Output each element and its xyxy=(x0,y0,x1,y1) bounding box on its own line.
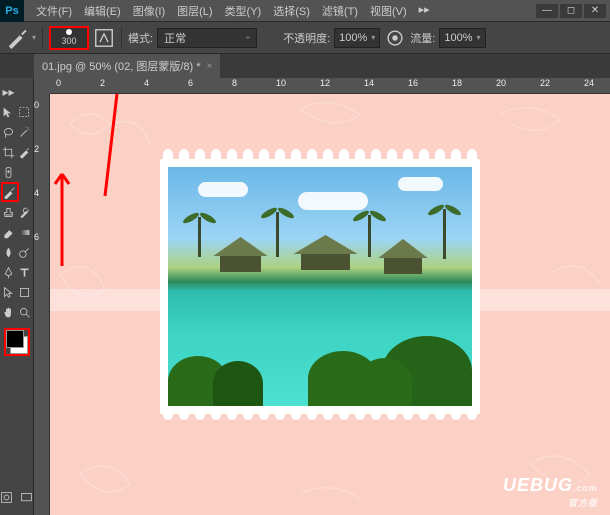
blend-mode-value: 正常 xyxy=(164,30,186,46)
menu-overflow-icon[interactable]: ▸▸ xyxy=(413,3,436,19)
ruler-tick: 8 xyxy=(232,78,237,88)
ruler-tick: 4 xyxy=(144,78,149,88)
eyedropper-tool[interactable] xyxy=(17,142,33,162)
options-bar: ▾ 300 模式: 正常 ÷ 不透明度: 100% ▾ 流量: 100% ▾ xyxy=(0,22,610,54)
menu-type[interactable]: 类型(Y) xyxy=(219,3,268,19)
watermark-tag: 官方版 xyxy=(503,496,598,509)
ruler-tick: 4 xyxy=(34,188,39,198)
menu-edit[interactable]: 编辑(E) xyxy=(78,3,127,19)
chevron-down-icon: ▾ xyxy=(371,33,375,42)
blend-mode-dropdown[interactable]: 正常 ÷ xyxy=(157,28,257,48)
path-select-tool[interactable] xyxy=(1,282,17,302)
ruler-tick: 2 xyxy=(34,144,39,154)
opacity-input[interactable]: 100% ▾ xyxy=(334,28,380,48)
flow-input[interactable]: 100% ▾ xyxy=(439,28,485,48)
pen-tool[interactable] xyxy=(1,262,17,282)
ruler-tick: 22 xyxy=(540,78,550,88)
menu-select[interactable]: 选择(S) xyxy=(267,3,316,19)
collapse-icon[interactable]: ▸▸ xyxy=(1,82,17,102)
ruler-tick: 10 xyxy=(276,78,286,88)
opacity-label: 不透明度: xyxy=(283,30,330,46)
menu-layer[interactable]: 图层(L) xyxy=(171,3,218,19)
mode-label: 模式: xyxy=(128,30,153,46)
stamp-tool[interactable] xyxy=(1,202,17,222)
document-tab-bar: 01.jpg @ 50% (02, 图层蒙版/8) * × xyxy=(0,54,610,78)
ruler-tick: 20 xyxy=(496,78,506,88)
move-tool[interactable] xyxy=(1,102,17,122)
dodge-tool[interactable] xyxy=(17,242,33,262)
shape-tool[interactable] xyxy=(17,282,33,302)
marquee-tool[interactable] xyxy=(17,102,33,122)
menu-filter[interactable]: 滤镜(T) xyxy=(316,3,364,19)
canvas[interactable]: UEBUG.com 官方版 xyxy=(50,94,610,515)
ruler-tick: 12 xyxy=(320,78,330,88)
photo-content xyxy=(168,167,472,406)
ruler-tick: 6 xyxy=(34,232,39,242)
tab-close-icon[interactable]: × xyxy=(207,61,213,72)
chevron-down-icon: ÷ xyxy=(246,33,250,42)
blur-tool[interactable] xyxy=(1,242,17,262)
watermark: UEBUG.com 官方版 xyxy=(503,475,598,509)
zoom-tool[interactable] xyxy=(17,302,33,322)
ruler-tick: 16 xyxy=(408,78,418,88)
tools-panel: ▸▸ xyxy=(0,78,34,515)
dropdown-arrow-icon[interactable]: ▾ xyxy=(32,33,36,42)
brush-panel-icon[interactable] xyxy=(93,27,115,49)
ruler-tick: 14 xyxy=(364,78,374,88)
document-tab[interactable]: 01.jpg @ 50% (02, 图层蒙版/8) * × xyxy=(34,54,220,78)
gradient-tool[interactable] xyxy=(17,222,33,242)
vertical-ruler[interactable]: 0 2 4 6 xyxy=(34,94,50,515)
flow-label: 流量: xyxy=(410,30,435,46)
lace-border-top xyxy=(160,149,480,163)
foreground-color[interactable] xyxy=(6,330,24,348)
main-menu: 文件(F) 编辑(E) 图像(I) 图层(L) 类型(Y) 选择(S) 滤镜(T… xyxy=(24,3,536,19)
chevron-down-icon: ▾ xyxy=(477,33,481,42)
photo-frame xyxy=(160,159,480,414)
magic-wand-tool[interactable] xyxy=(17,122,33,142)
app-logo: Ps xyxy=(0,0,24,22)
watermark-suffix: .com xyxy=(573,483,598,493)
type-tool[interactable] xyxy=(17,262,33,282)
maximize-button[interactable]: ◻ xyxy=(560,4,582,18)
history-brush-tool[interactable] xyxy=(17,202,33,222)
watermark-brand: UEBUG xyxy=(503,475,573,495)
brush-preset-picker[interactable]: 300 xyxy=(49,26,89,50)
menu-file[interactable]: 文件(F) xyxy=(30,3,78,19)
ruler-tick: 18 xyxy=(452,78,462,88)
workspace: ▸▸ xyxy=(0,78,610,515)
opacity-value: 100% xyxy=(339,32,367,44)
ruler-tick: 0 xyxy=(34,100,39,110)
window-controls: — ◻ ✕ xyxy=(536,4,606,18)
ruler-tick: 0 xyxy=(56,78,61,88)
ruler-tick: 2 xyxy=(100,78,105,88)
document-title: 01.jpg @ 50% (02, 图层蒙版/8) * xyxy=(42,58,201,74)
hand-tool[interactable] xyxy=(1,302,17,322)
brush-dot-preview xyxy=(66,29,72,35)
menu-view[interactable]: 视图(V) xyxy=(364,3,413,19)
menu-image[interactable]: 图像(I) xyxy=(127,3,171,19)
eraser-tool[interactable] xyxy=(1,222,17,242)
screenmode-icon[interactable] xyxy=(19,487,35,507)
lace-border-bottom xyxy=(160,410,480,424)
lasso-tool[interactable] xyxy=(1,122,17,142)
horizontal-ruler[interactable]: 0 2 4 6 8 10 12 14 16 18 20 22 24 xyxy=(50,78,610,94)
healing-tool[interactable] xyxy=(1,162,17,182)
flow-value: 100% xyxy=(444,32,472,44)
menu-bar: Ps 文件(F) 编辑(E) 图像(I) 图层(L) 类型(Y) 选择(S) 滤… xyxy=(0,0,610,22)
minimize-button[interactable]: — xyxy=(536,4,558,18)
brush-tool-icon[interactable] xyxy=(6,27,28,49)
ruler-tick: 6 xyxy=(188,78,193,88)
color-swatches[interactable] xyxy=(4,328,30,356)
crop-tool[interactable] xyxy=(1,142,17,162)
close-button[interactable]: ✕ xyxy=(584,4,606,18)
ruler-tick: 24 xyxy=(584,78,594,88)
quickmask-icon[interactable] xyxy=(0,487,15,507)
brush-size-value: 300 xyxy=(62,36,77,46)
canvas-area: 0 2 4 6 8 10 12 14 16 18 20 22 24 0 2 4 … xyxy=(34,78,610,515)
pressure-opacity-icon[interactable] xyxy=(384,27,406,49)
brush-tool[interactable] xyxy=(1,182,19,202)
